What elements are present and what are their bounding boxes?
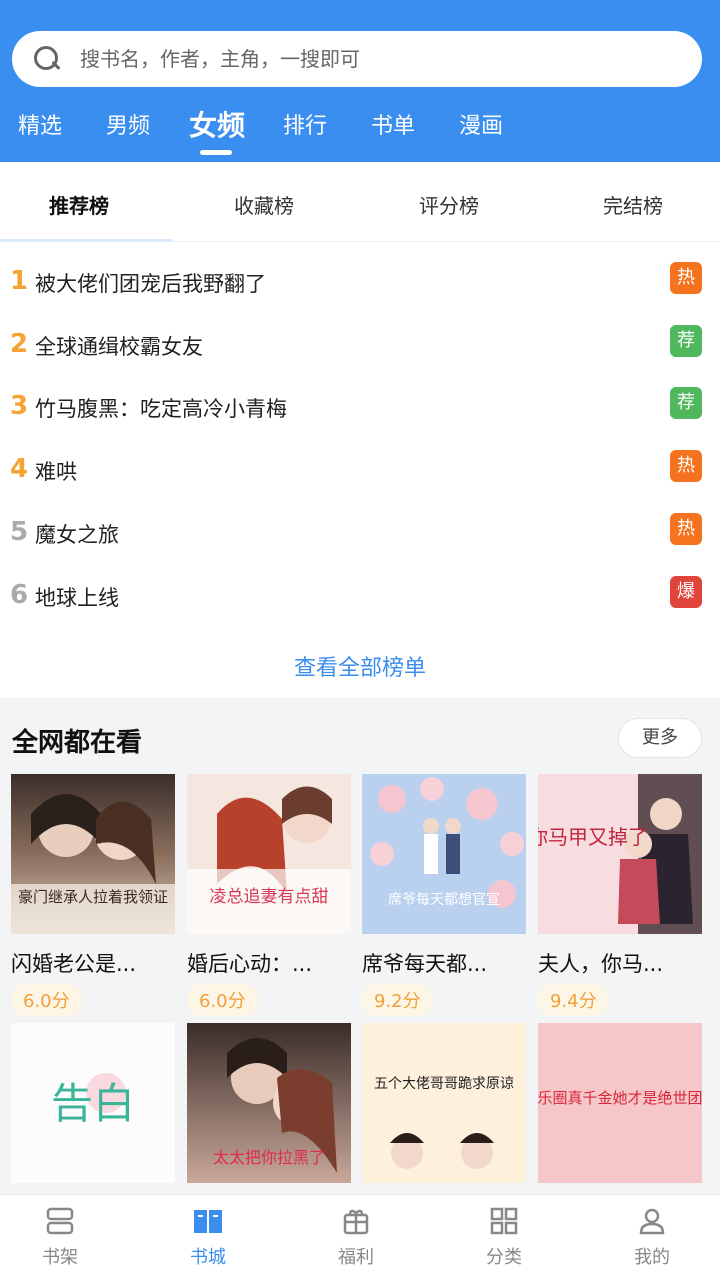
recommend-badge: 荐	[670, 387, 702, 419]
book-cover: 你马甲又掉了	[538, 774, 702, 934]
nav-label: 我的	[634, 1247, 670, 1268]
cover-title: 告白	[51, 1079, 135, 1128]
section-title: 全网都在看	[12, 728, 143, 758]
book-title: 婚后心动：...	[187, 952, 313, 976]
cover-title: 席爷每天都想官宣	[388, 892, 500, 908]
nav-benefits[interactable]: 福利	[316, 1205, 396, 1269]
rank-number: 3	[10, 391, 29, 421]
rank-tab-rating[interactable]: 评分榜	[384, 190, 514, 219]
tab-ranking[interactable]: 排行	[283, 108, 327, 140]
rank-tab-completed[interactable]: 完结榜	[568, 190, 698, 219]
tab-booklist[interactable]: 书单	[371, 108, 415, 140]
grid-icon	[490, 1207, 518, 1235]
book-cover: 娱乐圈真千金她才是绝世团宠	[538, 1023, 702, 1183]
rank-number: 2	[10, 329, 29, 359]
cover-title: 太太把你拉黑了	[213, 1148, 325, 1167]
book-cover: 豪门继承人拉着我领证	[11, 774, 175, 934]
book-card[interactable]: 太太把你拉黑了	[187, 1023, 351, 1183]
book-title: 闪婚老公是...	[11, 952, 137, 976]
popular-section: 全网都在看 更多 豪门继承人拉着我领证 闪婚老公是... 6.0分 凌总追妻有点…	[0, 710, 720, 1194]
tab-featured[interactable]: 精选	[18, 108, 62, 140]
nav-bookshelf[interactable]: 书架	[20, 1205, 100, 1269]
search-input[interactable]	[80, 47, 680, 71]
book-card[interactable]: 娱乐圈真千金她才是绝世团宠	[538, 1023, 702, 1183]
book-card[interactable]: 五个大佬哥哥跪求原谅	[362, 1023, 526, 1183]
gift-icon	[343, 1209, 369, 1235]
view-all-rankings-link[interactable]: 查看全部榜单	[0, 650, 720, 682]
cover-title: 凌总追妻有点甜	[210, 887, 329, 907]
book-score: 9.2分	[362, 984, 433, 1016]
rank-title: 难哄	[35, 460, 77, 484]
recommend-badge: 荐	[670, 325, 702, 357]
nav-label: 分类	[486, 1247, 522, 1268]
book-score: 6.0分	[11, 984, 82, 1016]
hot-badge: 热	[670, 262, 702, 294]
book-card[interactable]: 席爷每天都想官宣 席爷每天都... 9.2分	[362, 774, 526, 1016]
rank-title: 魔女之旅	[35, 523, 119, 547]
book-cover: 席爷每天都想官宣	[362, 774, 526, 934]
rank-item[interactable]: 1 被大佬们团宠后我野翻了 热	[0, 254, 720, 316]
rank-item[interactable]: 2 全球通缉校霸女友 荐	[0, 317, 720, 379]
search-bar[interactable]	[12, 31, 702, 87]
ranking-section: 推荐榜 收藏榜 评分榜 完结榜 1 被大佬们团宠后我野翻了 热 2 全球通缉校霸…	[0, 162, 720, 698]
active-tab-indicator	[200, 150, 232, 155]
rank-number: 6	[10, 580, 29, 610]
tab-male[interactable]: 男频	[106, 108, 150, 140]
rank-tab-recommend[interactable]: 推荐榜	[14, 190, 144, 219]
rank-item[interactable]: 5 魔女之旅 热	[0, 505, 720, 567]
book-cover: 告白	[11, 1023, 175, 1183]
search-icon	[32, 44, 62, 74]
rank-tab-favorites[interactable]: 收藏榜	[199, 190, 329, 219]
bottom-navigation: 书架 书城 福利 分类 我的	[0, 1194, 720, 1280]
cover-title: 你马甲又掉了	[538, 825, 648, 849]
book-card[interactable]: 凌总追妻有点甜 婚后心动：... 6.0分	[187, 774, 351, 1016]
book-card[interactable]: 你马甲又掉了 夫人，你马... 9.4分	[538, 774, 702, 1016]
hot-badge: 热	[670, 450, 702, 482]
book-cover: 凌总追妻有点甜	[187, 774, 351, 934]
book-card[interactable]: 豪门继承人拉着我领证 闪婚老公是... 6.0分	[11, 774, 175, 1016]
book-score: 6.0分	[187, 984, 258, 1016]
book-title: 席爷每天都...	[362, 952, 488, 976]
book-title: 夫人，你马...	[538, 952, 664, 976]
boom-badge: 爆	[670, 576, 702, 608]
tab-comics[interactable]: 漫画	[459, 108, 503, 140]
cover-title: 豪门继承人拉着我领证	[18, 888, 168, 906]
book-card[interactable]: 告白	[11, 1023, 175, 1183]
book-city-icon	[194, 1210, 222, 1233]
rank-number: 5	[10, 517, 29, 547]
rank-item[interactable]: 3 竹马腹黑：吃定高冷小青梅 荐	[0, 379, 720, 441]
rank-item[interactable]: 6 地球上线 爆	[0, 568, 720, 630]
nav-label: 书城	[190, 1247, 226, 1268]
rank-tab-underline	[0, 239, 172, 242]
person-icon	[639, 1208, 665, 1235]
rank-title: 被大佬们团宠后我野翻了	[35, 272, 266, 296]
book-cover: 太太把你拉黑了	[187, 1023, 351, 1183]
rank-item[interactable]: 4 难哄 热	[0, 442, 720, 504]
bookshelf-icon	[46, 1207, 74, 1235]
book-cover: 五个大佬哥哥跪求原谅	[362, 1023, 526, 1183]
rank-number: 1	[10, 266, 29, 296]
hot-badge: 热	[670, 513, 702, 545]
book-score: 9.4分	[538, 984, 609, 1016]
nav-label: 福利	[338, 1247, 374, 1268]
app-header: 精选 男频 女频 排行 书单 漫画	[0, 0, 720, 162]
rank-number: 4	[10, 454, 29, 484]
rank-title: 竹马腹黑：吃定高冷小青梅	[35, 397, 287, 421]
nav-label: 书架	[42, 1247, 78, 1268]
tab-female[interactable]: 女频	[189, 104, 245, 144]
nav-categories[interactable]: 分类	[464, 1205, 544, 1269]
rank-title: 地球上线	[35, 586, 119, 610]
cover-title: 五个大佬哥哥跪求原谅	[374, 1076, 514, 1092]
nav-profile[interactable]: 我的	[612, 1205, 692, 1269]
nav-book-city[interactable]: 书城	[168, 1205, 248, 1269]
cover-title: 娱乐圈真千金她才是绝世团宠	[538, 1089, 702, 1107]
ranking-tabs: 推荐榜 收藏榜 评分榜 完结榜	[0, 162, 720, 242]
rank-title: 全球通缉校霸女友	[35, 335, 203, 359]
top-tabs: 精选 男频 女频 排行 书单 漫画	[0, 100, 720, 155]
more-button[interactable]: 更多	[618, 718, 702, 758]
